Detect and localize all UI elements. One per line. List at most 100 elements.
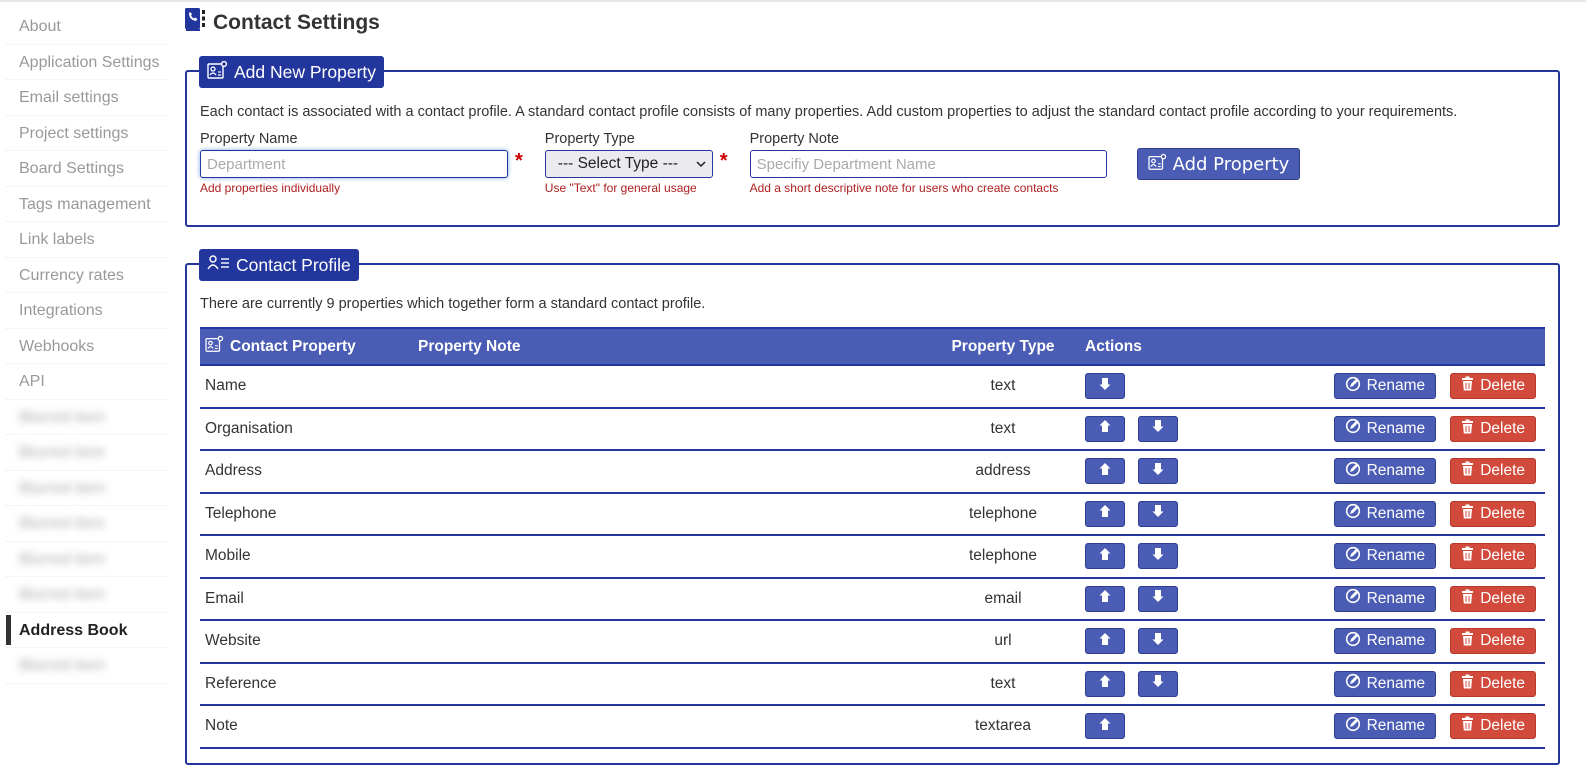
- add-property-button[interactable]: Add Property: [1136, 148, 1301, 180]
- move-down-button[interactable]: [1138, 670, 1178, 697]
- sidebar-item[interactable]: Blurred item: [6, 648, 170, 684]
- move-down-button[interactable]: [1085, 373, 1125, 400]
- rename-button[interactable]: Rename: [1333, 373, 1437, 400]
- property-name-input[interactable]: [200, 150, 508, 178]
- trash-icon: [1461, 546, 1480, 566]
- sidebar-item[interactable]: Currency rates: [6, 258, 170, 293]
- move-down-button[interactable]: [1138, 628, 1178, 655]
- edit-icon: [1345, 546, 1367, 567]
- edit-icon: [1345, 503, 1367, 524]
- delete-button[interactable]: Delete: [1450, 585, 1536, 612]
- sidebar-item[interactable]: API: [6, 364, 170, 400]
- sidebar-item[interactable]: Address Book: [6, 613, 170, 648]
- move-up-button[interactable]: [1085, 543, 1125, 570]
- add-property-legend-text: Add New Property: [234, 61, 377, 82]
- delete-button[interactable]: Delete: [1450, 500, 1536, 527]
- move-down-button[interactable]: [1138, 500, 1178, 527]
- contact-card-gear-icon: [1147, 153, 1173, 176]
- sidebar-item-label: Project settings: [19, 124, 129, 142]
- property-type-cell: telephone: [933, 535, 1073, 579]
- reorder-cell: [1073, 450, 1273, 494]
- page-title: Contact Settings: [185, 8, 1560, 38]
- move-up-button[interactable]: [1085, 628, 1125, 655]
- column-header-type: Property Type: [951, 337, 1055, 355]
- rename-button[interactable]: Rename: [1333, 543, 1437, 570]
- sidebar-item[interactable]: Tags management: [6, 187, 170, 222]
- move-up-button[interactable]: [1085, 713, 1125, 740]
- property-type-cell: textarea: [933, 705, 1073, 749]
- property-name-cell: Telephone: [200, 492, 413, 536]
- property-note-cell: [413, 577, 933, 621]
- sidebar-item[interactable]: Integrations: [6, 293, 170, 329]
- sidebar-item-label: Tags management: [19, 195, 151, 213]
- rename-button[interactable]: Rename: [1333, 585, 1437, 612]
- sidebar-item[interactable]: Project settings: [6, 116, 170, 151]
- property-note-cell: [413, 662, 933, 706]
- sidebar-item[interactable]: Link labels: [6, 222, 170, 258]
- actions-cell: Rename Delete: [1273, 662, 1545, 706]
- delete-button[interactable]: Delete: [1450, 458, 1536, 485]
- move-up-button[interactable]: [1085, 585, 1125, 612]
- sidebar-item[interactable]: Board Settings: [6, 151, 170, 187]
- delete-button[interactable]: Delete: [1450, 415, 1536, 442]
- actions-cell: Rename Delete: [1273, 620, 1545, 664]
- add-property-panel: Add New Property Each contact is associa…: [185, 56, 1560, 227]
- delete-button[interactable]: Delete: [1450, 543, 1536, 570]
- table-header-row: Contact Property Property Note Property …: [200, 328, 1545, 365]
- property-type-cell: text: [933, 662, 1073, 706]
- property-type-cell: address: [933, 450, 1073, 494]
- property-note-group: Property Note Add a short descriptive no…: [749, 131, 1107, 195]
- move-up-button[interactable]: [1085, 415, 1125, 442]
- property-type-select[interactable]: --- Select Type ---: [544, 150, 713, 178]
- sidebar-item[interactable]: Blurred item: [6, 400, 170, 435]
- sidebar-item[interactable]: Blurred item: [6, 506, 170, 542]
- property-note-cell: [413, 492, 933, 536]
- rename-button[interactable]: Rename: [1333, 458, 1437, 485]
- sidebar-item[interactable]: Blurred item: [6, 542, 170, 577]
- sidebar-item[interactable]: Blurred item: [6, 435, 170, 471]
- delete-button[interactable]: Delete: [1450, 713, 1536, 740]
- rename-button[interactable]: Rename: [1333, 628, 1437, 655]
- sidebar-item[interactable]: Blurred item: [6, 577, 170, 613]
- reorder-cell: [1073, 535, 1273, 579]
- delete-label: Delete: [1480, 462, 1525, 480]
- add-property-button-label: Add Property: [1172, 153, 1290, 175]
- sidebar-item[interactable]: About: [6, 9, 170, 45]
- trash-icon: [1461, 419, 1480, 439]
- rename-label: Rename: [1366, 717, 1426, 735]
- rename-button[interactable]: Rename: [1333, 670, 1437, 697]
- move-down-button[interactable]: [1138, 585, 1178, 612]
- move-down-button[interactable]: [1138, 543, 1178, 570]
- contact-profile-legend-text: Contact Profile: [236, 254, 351, 275]
- move-up-button[interactable]: [1085, 670, 1125, 697]
- sidebar-item-label: Blurred item: [19, 515, 106, 532]
- actions-cell: Rename Delete: [1273, 535, 1545, 579]
- property-type-label: Property Type: [544, 131, 635, 147]
- rename-label: Rename: [1366, 462, 1426, 480]
- trash-icon: [1461, 376, 1480, 396]
- trash-icon: [1461, 674, 1480, 694]
- table-row: Telephone telephone Rename Delete: [200, 492, 1545, 536]
- sidebar-item[interactable]: Application Settings: [6, 45, 170, 80]
- sidebar-item[interactable]: Email settings: [6, 80, 170, 116]
- sidebar-item[interactable]: Webhooks: [6, 329, 170, 364]
- sidebar-item[interactable]: Blurred item: [6, 471, 170, 506]
- delete-button[interactable]: Delete: [1450, 670, 1536, 697]
- rename-button[interactable]: Rename: [1333, 415, 1437, 442]
- move-down-button[interactable]: [1138, 458, 1178, 485]
- property-note-cell: [413, 620, 933, 664]
- arrow-up-icon: [1098, 419, 1112, 438]
- arrow-down-icon: [1151, 632, 1165, 651]
- sidebar-item-label: Blurred item: [19, 550, 106, 568]
- delete-button[interactable]: Delete: [1450, 628, 1536, 655]
- delete-button[interactable]: Delete: [1450, 373, 1536, 400]
- property-name-cell: Name: [200, 365, 413, 409]
- move-up-button[interactable]: [1085, 500, 1125, 527]
- rename-button[interactable]: Rename: [1333, 500, 1437, 527]
- rename-button[interactable]: Rename: [1333, 713, 1437, 740]
- rename-label: Rename: [1366, 377, 1426, 395]
- move-up-button[interactable]: [1085, 458, 1125, 485]
- move-down-button[interactable]: [1138, 415, 1178, 442]
- property-note-input[interactable]: [749, 150, 1107, 178]
- property-count-text: There are currently 9 properties which t…: [200, 296, 706, 312]
